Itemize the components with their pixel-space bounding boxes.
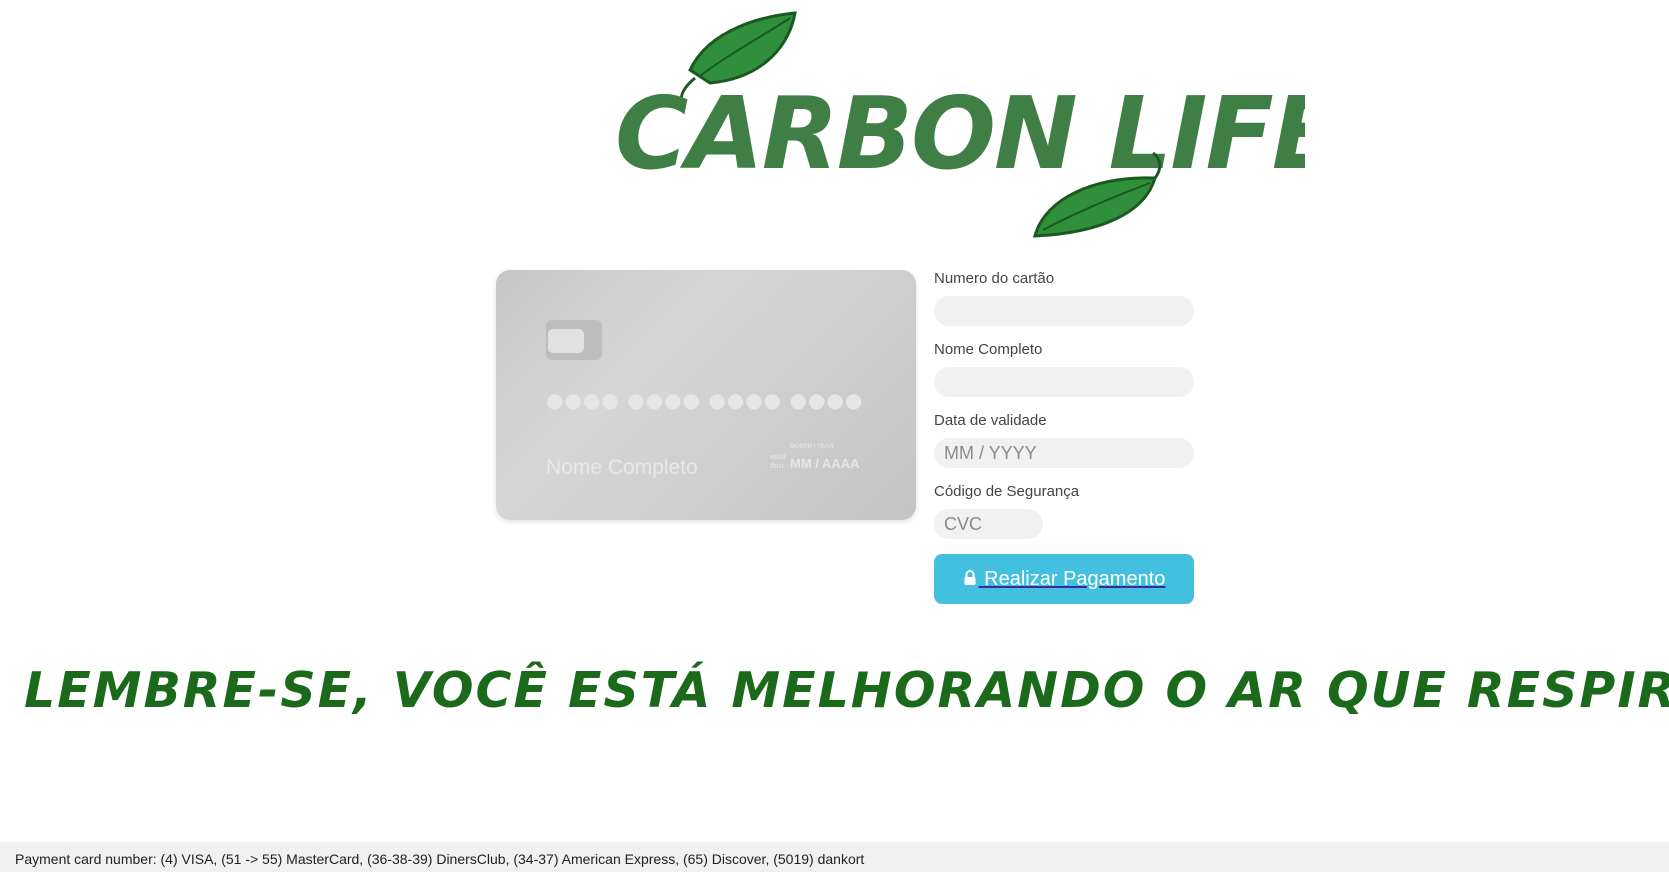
card-holder-name: Nome Completo <box>546 456 698 479</box>
card-valid-label: valid thru <box>770 454 786 470</box>
card-number-label: Numero do cartão <box>934 270 1055 287</box>
expiry-label: Data de validade <box>934 412 1047 429</box>
brand-logo: CARBON LIFE <box>615 8 1341 253</box>
cvc-input[interactable] <box>934 509 1043 539</box>
lock-icon <box>964 569 976 585</box>
name-label: Nome Completo <box>934 341 1043 358</box>
card-month-year-label: MONTH / YEAR <box>790 444 834 450</box>
card-chip <box>546 320 602 360</box>
pay-button-label: Realizar Pagamento <box>978 567 1166 590</box>
cvc-label: Código de Segurança <box>934 483 1080 500</box>
footer-card-info: Payment card number: (4) VISA, (51 -> 55… <box>0 842 1669 872</box>
card-number-mask: ●●●● ●●●● ●●●● ●●●● <box>546 388 864 412</box>
pay-button[interactable]: Realizar Pagamento <box>934 554 1194 604</box>
logo-text: CARBON LIFE <box>615 75 1305 192</box>
card-chip-contact <box>548 329 584 353</box>
expiry-input[interactable] <box>934 438 1194 468</box>
name-input[interactable] <box>934 367 1194 397</box>
card-number-input[interactable] <box>934 296 1194 326</box>
slogan: LEMBRE-SE, VOCÊ ESTÁ MELHORANDO O AR QUE… <box>24 662 1669 719</box>
payment-form: Numero do cartão Nome Completo Data de v… <box>934 270 1194 604</box>
card-expiry: MM / AAAA <box>790 456 860 471</box>
card-preview: ●●●● ●●●● ●●●● ●●●● Nome Completo valid … <box>496 270 916 520</box>
